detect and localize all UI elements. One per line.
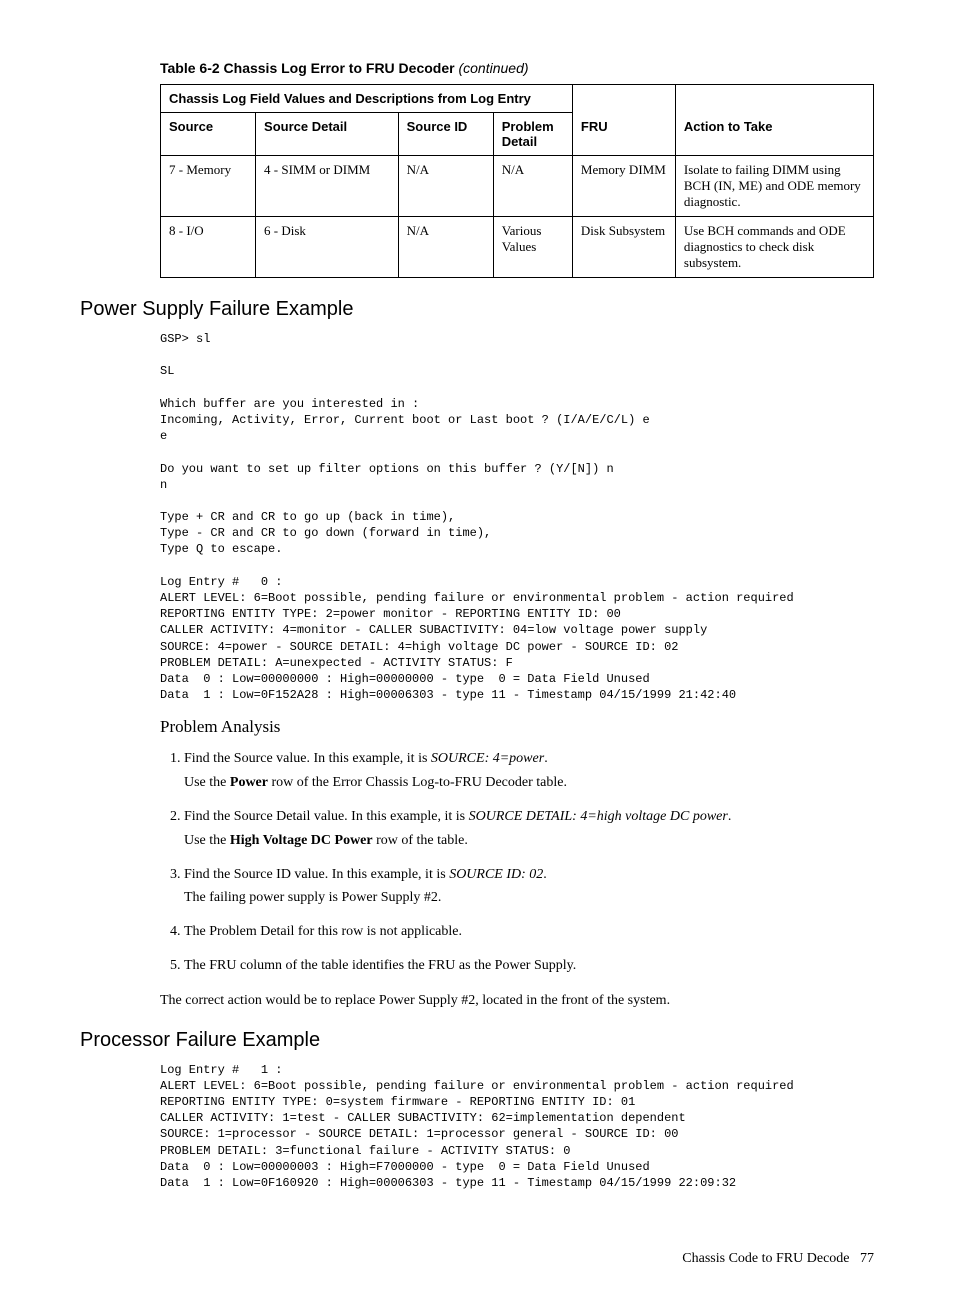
power-supply-heading: Power Supply Failure Example	[80, 298, 874, 321]
cell-source-detail: 4 - SIMM or DIMM	[256, 156, 399, 217]
cell-source-detail: 6 - Disk	[256, 217, 399, 278]
problem-analysis-heading: Problem Analysis	[160, 717, 874, 737]
processor-failure-heading: Processor Failure Example	[80, 1029, 874, 1052]
th-source-detail: Source Detail	[256, 113, 399, 156]
cell-action: Use BCH commands and ODE diagnostics to …	[675, 217, 873, 278]
th-action: Action to Take	[675, 113, 873, 156]
cell-fru: Disk Subsystem	[572, 217, 675, 278]
cell-source-id: N/A	[398, 217, 493, 278]
th-source-id: Source ID	[398, 113, 493, 156]
cell-source-id: N/A	[398, 156, 493, 217]
cell-source: 7 - Memory	[161, 156, 256, 217]
list-item: Find the Source Detail value. In this ex…	[184, 805, 874, 853]
table-row: 7 - Memory 4 - SIMM or DIMM N/A N/A Memo…	[161, 156, 874, 217]
list-item: Find the Source ID value. In this exampl…	[184, 863, 874, 911]
power-supply-log: GSP> sl SL Which buffer are you interest…	[160, 331, 874, 703]
footer-text: Chassis Code to FRU Decode	[682, 1251, 849, 1266]
list-item: The FRU column of the table identifies t…	[184, 954, 874, 978]
table-super-header: Chassis Log Field Values and Description…	[161, 85, 573, 113]
caption-prefix: Table 6-2 Chassis Log Error to FRU Decod…	[160, 60, 455, 76]
cell-action: Isolate to failing DIMM using BCH (IN, M…	[675, 156, 873, 217]
th-source: Source	[161, 113, 256, 156]
list-item: Find the Source value. In this example, …	[184, 747, 874, 795]
empty-header	[572, 85, 675, 113]
cell-problem-detail: Various Values	[493, 217, 572, 278]
table-row: 8 - I/O 6 - Disk N/A Various Values Disk…	[161, 217, 874, 278]
decoder-table: Chassis Log Field Values and Description…	[160, 84, 874, 278]
empty-header	[675, 85, 873, 113]
th-fru: FRU	[572, 113, 675, 156]
cell-problem-detail: N/A	[493, 156, 572, 217]
footer-page: 77	[860, 1251, 874, 1266]
th-problem-detail: Problem Detail	[493, 113, 572, 156]
page-footer: Chassis Code to FRU Decode 77	[80, 1251, 874, 1267]
cell-fru: Memory DIMM	[572, 156, 675, 217]
analysis-conclusion: The correct action would be to replace P…	[160, 990, 874, 1011]
processor-failure-log: Log Entry # 1 : ALERT LEVEL: 6=Boot poss…	[160, 1062, 874, 1192]
list-item: The Problem Detail for this row is not a…	[184, 920, 874, 944]
analysis-list: Find the Source value. In this example, …	[160, 747, 874, 977]
table-caption: Table 6-2 Chassis Log Error to FRU Decod…	[160, 60, 874, 76]
caption-continued: (continued)	[458, 60, 528, 76]
cell-source: 8 - I/O	[161, 217, 256, 278]
